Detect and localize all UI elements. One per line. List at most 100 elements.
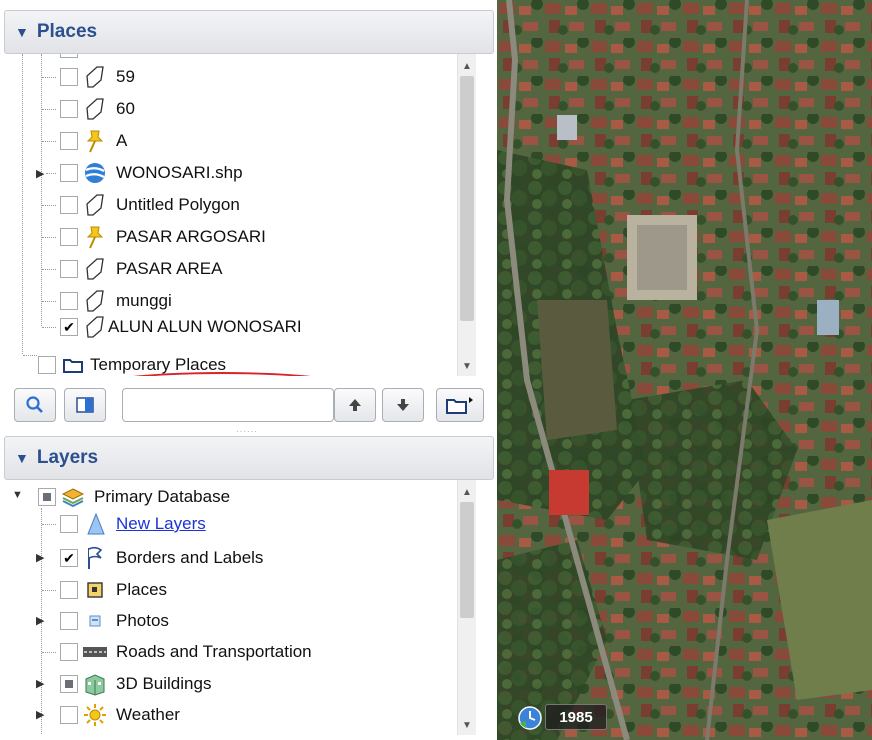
tree-guide-line [42,269,56,270]
new-layers-icon [82,511,108,537]
layers-header[interactable]: ▼ Layers [4,436,494,480]
checkbox[interactable] [60,515,78,533]
checkbox[interactable] [60,581,78,599]
layer-item-3d-buildings[interactable]: 3D Buildings [60,669,211,699]
checkbox[interactable] [60,196,78,214]
folder-icon [60,352,86,376]
collapse-triangle-icon: ▼ [15,450,29,466]
expand-arrow-icon[interactable]: ▶ [36,708,44,721]
checkbox[interactable] [60,706,78,724]
layer-item-label: Weather [116,705,180,724]
checkbox[interactable] [60,643,78,661]
pushpin-icon [82,128,108,154]
places-header[interactable]: ▼ Places [4,10,494,54]
expand-arrow-icon[interactable]: ▶ [36,167,44,180]
checkbox[interactable] [60,132,78,150]
primary-database-label: Primary Database [94,487,231,506]
places-square-icon [82,577,108,603]
polygon-icon [82,96,108,122]
tree-guide-line [22,54,23,354]
tree-guide-line [42,590,56,591]
tree-guide-line [42,301,56,302]
search-button[interactable] [14,388,56,422]
collapse-triangle-icon: ▼ [15,24,29,40]
split-panel-icon [76,397,94,413]
scroll-thumb[interactable] [460,502,474,618]
panel-toggle-button[interactable] [64,388,106,422]
scroll-down-arrow-icon[interactable]: ▼ [458,717,476,733]
place-item-a[interactable]: A [60,126,127,156]
move-up-button[interactable] [334,388,376,422]
checkbox[interactable] [60,164,78,182]
checkbox[interactable] [60,54,78,58]
checkbox[interactable] [60,100,78,118]
layer-item-label: Places [116,580,168,599]
checkbox[interactable] [60,228,78,246]
collapse-arrow-icon[interactable]: ▼ [12,489,23,501]
places-tree: 59 60 A ▶ WONOSARI.shp Untitled Polygon … [4,54,476,376]
primary-database-item[interactable]: Primary Database [38,482,230,512]
place-item-label: 60 [116,99,135,118]
imagery-date-badge[interactable]: 1985 [545,704,607,730]
checkbox-partial[interactable] [60,675,78,693]
layer-item-weather[interactable]: Weather [60,700,180,730]
pushpin-icon [82,224,108,250]
scroll-up-arrow-icon[interactable]: ▲ [458,58,476,74]
tree-guide-line [42,77,56,78]
satellite-map-view[interactable]: 1985 [497,0,872,740]
tree-guide-line [42,652,56,653]
resize-grip[interactable]: ······ [236,427,258,436]
place-item-label: munggi [116,291,172,310]
expand-arrow-icon[interactable]: ▶ [36,614,44,627]
checkbox[interactable] [60,68,78,86]
scroll-up-arrow-icon[interactable]: ▲ [458,484,476,500]
new-layers-link[interactable]: New Layers [116,514,206,534]
scroll-thumb[interactable] [460,76,474,321]
place-item-label: PASAR AREA [116,259,223,278]
checkbox-partial[interactable] [38,488,56,506]
tree-guide-line [46,173,56,174]
layer-item-photos[interactable]: Photos [60,606,169,636]
move-down-button[interactable] [382,388,424,422]
checkbox[interactable] [60,260,78,278]
list-item[interactable] [60,730,78,735]
layer-item-label: Roads and Transportation [116,642,312,661]
places-scrollbar[interactable]: ▲ ▼ [457,54,476,376]
polygon-icon [82,192,108,218]
photo-icon [82,608,108,634]
layer-item-new-layers[interactable]: New Layers [60,509,206,539]
checkbox[interactable] [60,292,78,310]
place-item-pasar-argosari[interactable]: PASAR ARGOSARI [60,222,266,252]
search-input[interactable] [122,388,334,422]
sidebar-panel: ▼ Places 59 60 A ▶ WONOSARI.shp Untitled… [0,0,497,740]
layer-item-label: Borders and Labels [116,548,264,567]
scroll-down-arrow-icon[interactable]: ▼ [458,358,476,374]
place-item-wonosari-shp[interactable]: WONOSARI.shp [60,158,243,188]
network-link-globe-icon [82,160,108,186]
expand-arrow-icon[interactable]: ▶ [36,551,44,564]
folder-icon [446,397,473,414]
checkbox-checked[interactable]: ✔ [60,318,78,336]
tree-guide-line [42,205,56,206]
checkbox[interactable] [38,356,56,374]
folder-menu-button[interactable] [436,388,484,422]
checkbox[interactable] [60,612,78,630]
expand-arrow-icon[interactable]: ▶ [36,677,44,690]
place-item-untitled-polygon[interactable]: Untitled Polygon [60,190,240,220]
layer-item-roads-and-transportation[interactable]: Roads and Transportation [60,637,312,667]
layer-item-borders-and-labels[interactable]: ✔ Borders and Labels [60,543,263,573]
layers-scrollbar[interactable]: ▲ ▼ [457,480,476,735]
layer-item-places[interactable]: Places [60,575,167,605]
polygon-icon [82,314,108,340]
place-item-label: Untitled Polygon [116,195,240,214]
place-item-alun-alun-wonosari[interactable]: ✔ ALUN ALUN WONOSARI [60,312,302,342]
place-item-pasar-area[interactable]: PASAR AREA [60,254,222,284]
historical-imagery-clock-icon[interactable] [517,705,543,731]
place-item-59[interactable]: 59 [60,62,135,92]
place-item-label: ALUN ALUN WONOSARI [108,317,302,336]
road-icon [82,639,108,665]
checkbox-checked[interactable]: ✔ [60,549,78,567]
place-item-label: 59 [116,67,135,86]
tree-guide-line [42,141,56,142]
place-item-60[interactable]: 60 [60,94,135,124]
